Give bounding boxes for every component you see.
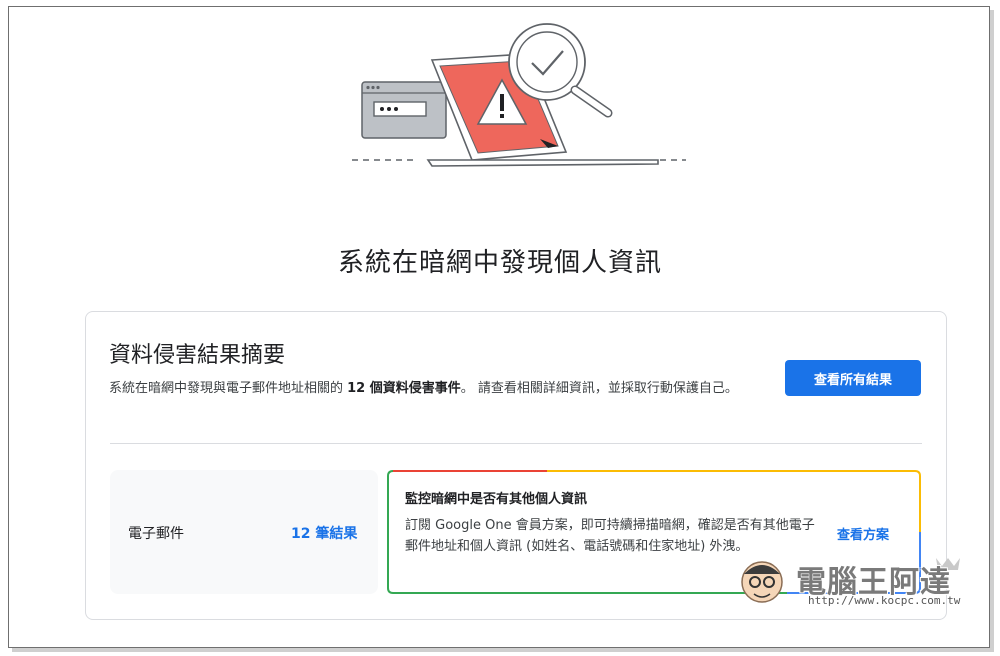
email-label: 電子郵件	[128, 526, 184, 542]
summary-title: 資料侵害結果摘要	[109, 343, 286, 368]
summary-desc-suffix: 。 請查看相關詳細資訊，並採取行動保護自己。	[460, 381, 738, 396]
section-divider	[110, 443, 922, 444]
password-window-icon	[361, 81, 447, 139]
summary-breach-count: 12 個資料侵害事件	[347, 381, 461, 396]
page-headline: 系統在暗網中發現個人資訊	[337, 248, 662, 278]
summary-desc-prefix: 系統在暗網中發現與電子郵件地址相關的	[109, 381, 348, 396]
dark-web-alert-illustration	[352, 23, 686, 167]
view-all-results-button[interactable]: 查看所有結果	[785, 360, 921, 396]
promo-title: 監控暗網中是否有其他個人資訊	[405, 492, 588, 507]
promo-text: 訂閱 Google One 會員方案，即可持續掃描暗網，確認是否有其他電子郵件地…	[405, 518, 815, 554]
email-results-link[interactable]: 12 筆結果	[291, 523, 357, 543]
view-plans-link[interactable]: 查看方案	[837, 524, 889, 543]
frame-shadow-right	[990, 10, 994, 652]
summary-description: 系統在暗網中發現與電子郵件地址相關的 12 個資料侵害事件。 請查看相關詳細資訊…	[109, 378, 765, 399]
frame-shadow-bottom	[12, 648, 994, 652]
watermark-url: http://www.kocpc.com.tw	[808, 594, 961, 607]
